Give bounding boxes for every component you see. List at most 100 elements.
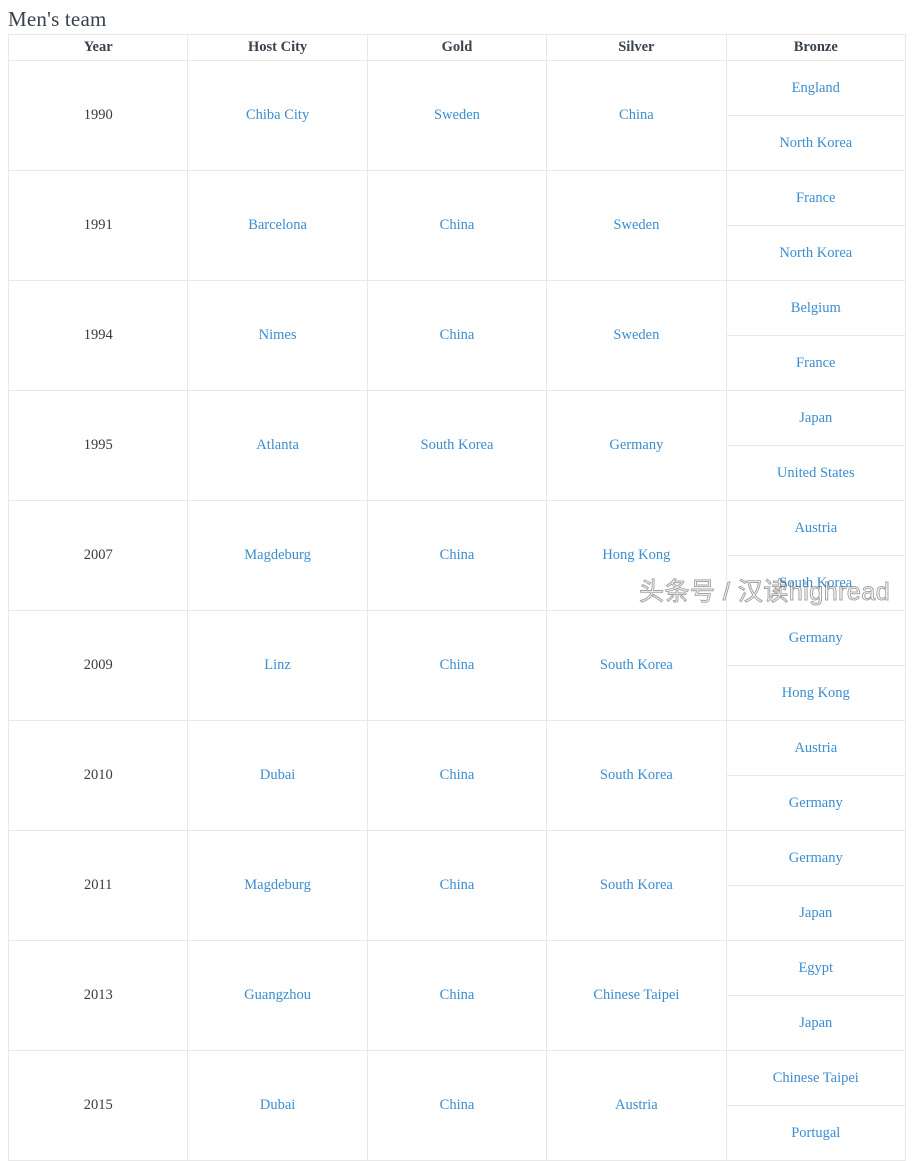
cell-gold-link[interactable]: China xyxy=(440,327,475,343)
cell-silver-link[interactable]: Austria xyxy=(615,1097,658,1113)
cell-gold-link[interactable]: China xyxy=(440,987,475,1003)
cell-bronze-link[interactable]: Germany xyxy=(727,790,905,816)
cell-silver-link[interactable]: Sweden xyxy=(613,327,659,343)
medal-results-table: Year Host City Gold Silver Bronze 1990 Ch… xyxy=(7,34,907,1161)
cell-silver: China xyxy=(546,60,727,171)
cell-year: 1990 xyxy=(7,60,189,171)
cell-silver-link[interactable]: South Korea xyxy=(600,877,673,893)
page-title: Men's team xyxy=(8,7,107,31)
cell-year: 1995 xyxy=(7,390,189,501)
cell-silver-link[interactable]: China xyxy=(619,107,654,123)
table-row: 2011 Magdeburg China South Korea Germany xyxy=(7,830,907,941)
cell-silver: Germany xyxy=(546,390,727,501)
page-root: Men's team Year Host City Gold Silver Br… xyxy=(0,0,924,1161)
cell-bronze-link[interactable]: France xyxy=(727,350,905,376)
cell-gold-link[interactable]: China xyxy=(440,877,475,893)
cell-bronze: Belgium xyxy=(725,280,907,336)
cell-bronze-link[interactable]: Germany xyxy=(727,625,905,651)
cell-bronze: Chinese Taipei xyxy=(725,1050,907,1106)
cell-silver: Austria xyxy=(546,1050,727,1161)
cell-silver-link[interactable]: Germany xyxy=(609,437,663,453)
cell-gold: China xyxy=(366,830,548,941)
cell-gold: China xyxy=(366,940,548,1051)
column-header-bronze: Bronze xyxy=(725,34,907,61)
cell-bronze-link[interactable]: North Korea xyxy=(727,130,905,156)
cell-bronze-link[interactable]: North Korea xyxy=(727,240,905,266)
column-header-host-city: Host City xyxy=(187,34,368,61)
cell-bronze-link[interactable]: Hong Kong xyxy=(727,680,905,706)
cell-bronze-link[interactable]: Japan xyxy=(727,900,905,926)
cell-bronze: North Korea xyxy=(725,115,907,171)
cell-bronze-link[interactable]: Belgium xyxy=(727,295,905,321)
cell-bronze-link[interactable]: South Korea xyxy=(727,570,905,596)
cell-host-city-link[interactable]: Barcelona xyxy=(248,217,307,233)
cell-gold-link[interactable]: China xyxy=(440,547,475,563)
cell-silver: Chinese Taipei xyxy=(546,940,727,1051)
cell-bronze: England xyxy=(725,60,907,116)
cell-silver: South Korea xyxy=(546,720,727,831)
cell-host-city-link[interactable]: Dubai xyxy=(260,1097,295,1113)
cell-host-city-link[interactable]: Atlanta xyxy=(256,437,299,453)
cell-year: 2015 xyxy=(7,1050,189,1161)
cell-bronze: Portugal xyxy=(725,1105,907,1161)
cell-host-city: Linz xyxy=(187,610,368,721)
cell-gold-link[interactable]: China xyxy=(440,217,475,233)
cell-bronze: Germany xyxy=(725,830,907,886)
cell-bronze: Japan xyxy=(725,885,907,941)
cell-gold-link[interactable]: Sweden xyxy=(434,107,480,123)
cell-host-city-link[interactable]: Magdeburg xyxy=(244,547,311,563)
cell-bronze-link[interactable]: France xyxy=(727,185,905,211)
cell-bronze-link[interactable]: Japan xyxy=(727,405,905,431)
cell-bronze: South Korea xyxy=(725,555,907,611)
cell-host-city: Barcelona xyxy=(187,170,368,281)
table-row: 1995 Atlanta South Korea Germany Japan xyxy=(7,390,907,501)
table-row: 2009 Linz China South Korea Germany xyxy=(7,610,907,721)
cell-gold-link[interactable]: China xyxy=(440,657,475,673)
cell-gold-link[interactable]: China xyxy=(440,767,475,783)
cell-silver-link[interactable]: Sweden xyxy=(613,217,659,233)
cell-year: 2007 xyxy=(7,500,189,611)
cell-year: 2009 xyxy=(7,610,189,721)
cell-bronze-link[interactable]: Germany xyxy=(727,845,905,871)
cell-host-city-link[interactable]: Guangzhou xyxy=(244,987,311,1003)
cell-host-city: Nimes xyxy=(187,280,368,391)
cell-gold: China xyxy=(366,610,548,721)
cell-bronze-link[interactable]: United States xyxy=(727,460,905,486)
cell-silver-link[interactable]: Chinese Taipei xyxy=(593,987,679,1003)
cell-silver: Hong Kong xyxy=(546,500,727,611)
cell-silver: South Korea xyxy=(546,610,727,721)
cell-bronze: Germany xyxy=(725,775,907,831)
cell-gold-link[interactable]: China xyxy=(440,1097,475,1113)
cell-bronze-link[interactable]: Portugal xyxy=(727,1120,905,1146)
cell-year: 2010 xyxy=(7,720,189,831)
cell-bronze: Japan xyxy=(725,995,907,1051)
cell-host-city-link[interactable]: Linz xyxy=(264,657,291,673)
cell-bronze-link[interactable]: Egypt xyxy=(727,955,905,981)
cell-host-city-link[interactable]: Dubai xyxy=(260,767,295,783)
cell-silver-link[interactable]: South Korea xyxy=(600,767,673,783)
cell-bronze-link[interactable]: Austria xyxy=(727,735,905,761)
cell-bronze: United States xyxy=(725,445,907,501)
cell-host-city-link[interactable]: Nimes xyxy=(259,327,297,343)
cell-bronze-link[interactable]: Chinese Taipei xyxy=(727,1065,905,1091)
cell-host-city: Dubai xyxy=(187,720,368,831)
cell-silver: Sweden xyxy=(546,170,727,281)
cell-host-city-link[interactable]: Chiba City xyxy=(246,107,309,123)
cell-silver-link[interactable]: Hong Kong xyxy=(602,547,670,563)
cell-gold-link[interactable]: South Korea xyxy=(421,437,494,453)
cell-gold: China xyxy=(366,1050,548,1161)
cell-silver-link[interactable]: South Korea xyxy=(600,657,673,673)
cell-bronze: France xyxy=(725,335,907,391)
column-header-gold: Gold xyxy=(366,34,548,61)
cell-host-city-link[interactable]: Magdeburg xyxy=(244,877,311,893)
cell-host-city: Guangzhou xyxy=(187,940,368,1051)
cell-bronze: Egypt xyxy=(725,940,907,996)
cell-year: 2011 xyxy=(7,830,189,941)
table-header: Year Host City Gold Silver Bronze xyxy=(7,34,907,61)
cell-bronze-link[interactable]: Austria xyxy=(727,515,905,541)
cell-gold: China xyxy=(366,720,548,831)
cell-year: 2013 xyxy=(7,940,189,1051)
cell-bronze-link[interactable]: England xyxy=(727,75,905,101)
cell-bronze-link[interactable]: Japan xyxy=(727,1010,905,1036)
cell-gold: China xyxy=(366,170,548,281)
